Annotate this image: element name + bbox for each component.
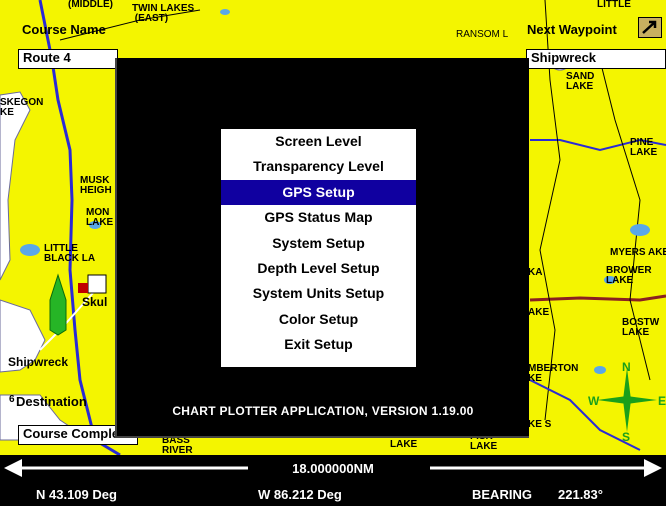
map-label-pine-lake: PINE LAKE [630,137,658,158]
map-label-myers-lake: MYERS AKE [610,247,666,258]
latitude-readout: N 43.109 Deg [36,487,117,502]
map-label-lite: LITTLE [597,0,631,10]
map-label-twin-lakes: TWIN LAKES (EAST) [132,3,195,24]
compass-north: N [622,360,631,374]
map-label-muskegon: SKEGON KE [0,97,44,118]
menu-item-gps-status-map[interactable]: GPS Status Map [221,205,416,230]
map-label-shipwreck: Shipwreck [8,355,69,369]
map-label-little-black: LITTLE BLACK LA [44,243,96,264]
map-label-pemberton: MBERTON KE [528,363,579,384]
destination-label: Destination [16,394,87,409]
waypoint-nav-button[interactable] [638,17,662,38]
destination-prefix: 6 [9,394,15,405]
menu-item-color-setup[interactable]: Color Setup [221,307,416,332]
menu-item-depth-level-setup[interactable]: Depth Level Setup [221,256,416,281]
map-label-bostwick: BOSTW LAKE [622,317,660,338]
scale-distance: 18.000000NM [292,461,374,476]
setup-dialog: Screen Level Transparency Level GPS Setup G… [115,58,529,438]
menu-item-gps-setup[interactable]: GPS Setup [221,179,416,206]
longitude-readout: W 86.212 Deg [258,487,342,502]
status-bar: N 43.109 Deg W 86.212 Deg BEARING 221.83… [0,482,666,506]
compass-west: W [588,394,600,408]
next-waypoint-label: Next Waypoint [527,22,617,37]
menu-item-system-units-setup[interactable]: System Units Setup [221,281,416,306]
map-label-lake-s: KE S [528,419,552,430]
menu-item-exit-setup[interactable]: Exit Setup [221,332,416,357]
course-name-label: Course Name [22,22,106,37]
map-label-lake: LAKE [390,439,418,450]
compass-south: S [622,430,631,444]
setup-menu: Screen Level Transparency Level GPS Setup G… [221,129,416,367]
map-label-ake: AKE [528,307,550,318]
course-name-field[interactable]: Route 4 [18,49,118,69]
map-label-skull: Skul [82,295,108,309]
map-label-ransom: RANSOM L [456,29,509,40]
waypoint-arrow-icon [639,18,661,37]
scale-bar: 18.000000NM [0,455,666,482]
compass-east: E [658,394,666,408]
menu-item-system-setup[interactable]: System Setup [221,231,416,256]
version-text: CHART PLOTTER APPLICATION, VERSION 1.19.… [172,404,474,418]
bearing-value: 221.83° [558,487,603,502]
menu-item-transparency-level[interactable]: Transparency Level [221,154,416,179]
map-label-mon-lake: MON LAKE [86,207,114,228]
map-label-musk-height: MUSK HEIGH [80,175,112,196]
map-label-bass-river: BASS RIVER [162,435,193,456]
menu-item-screen-level[interactable]: Screen Level [221,129,416,154]
map-label-sand-lake: SAND LAKE [566,71,595,92]
next-waypoint-field[interactable]: Shipwreck [526,49,666,69]
map-label-middle: (MIDDLE) [68,0,113,10]
map-label-ka: KA [528,267,543,278]
bearing-label: BEARING [472,487,532,502]
map-label-brower-lake: BROWER LAKE [606,265,652,286]
